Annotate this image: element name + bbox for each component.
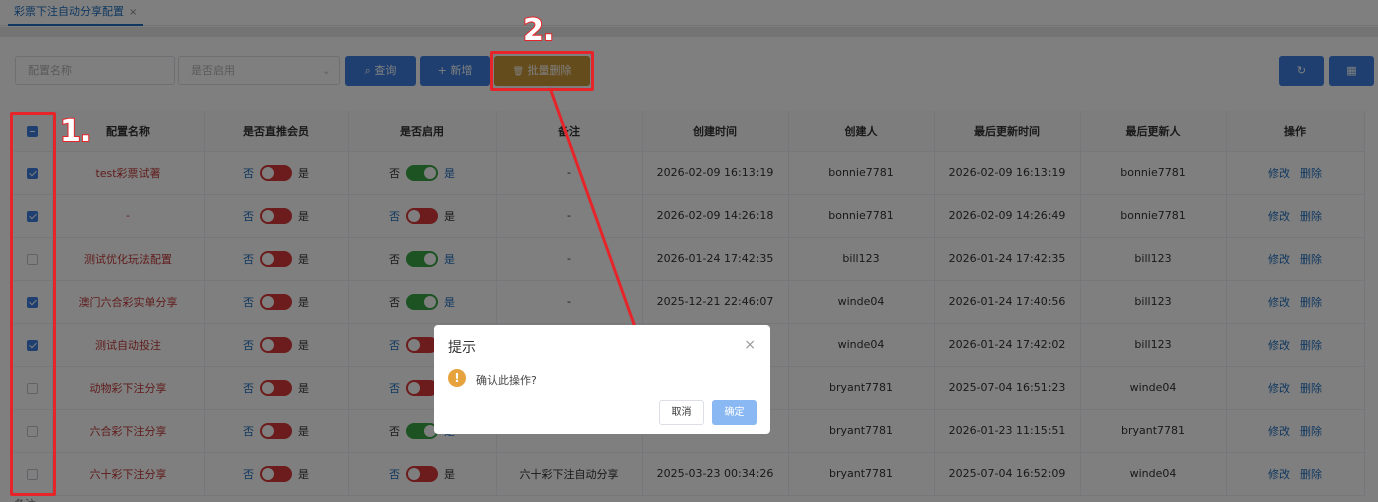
close-icon[interactable]: × bbox=[744, 337, 756, 353]
warning-icon: ! bbox=[448, 369, 466, 387]
confirm-button[interactable]: 确定 bbox=[712, 400, 757, 425]
dialog-message: 确认此操作? bbox=[476, 374, 537, 387]
cancel-button[interactable]: 取消 bbox=[659, 400, 704, 425]
confirm-dialog: 提示 × ! 确认此操作? 取消 确定 bbox=[434, 325, 770, 434]
dialog-title: 提示 bbox=[448, 340, 476, 356]
